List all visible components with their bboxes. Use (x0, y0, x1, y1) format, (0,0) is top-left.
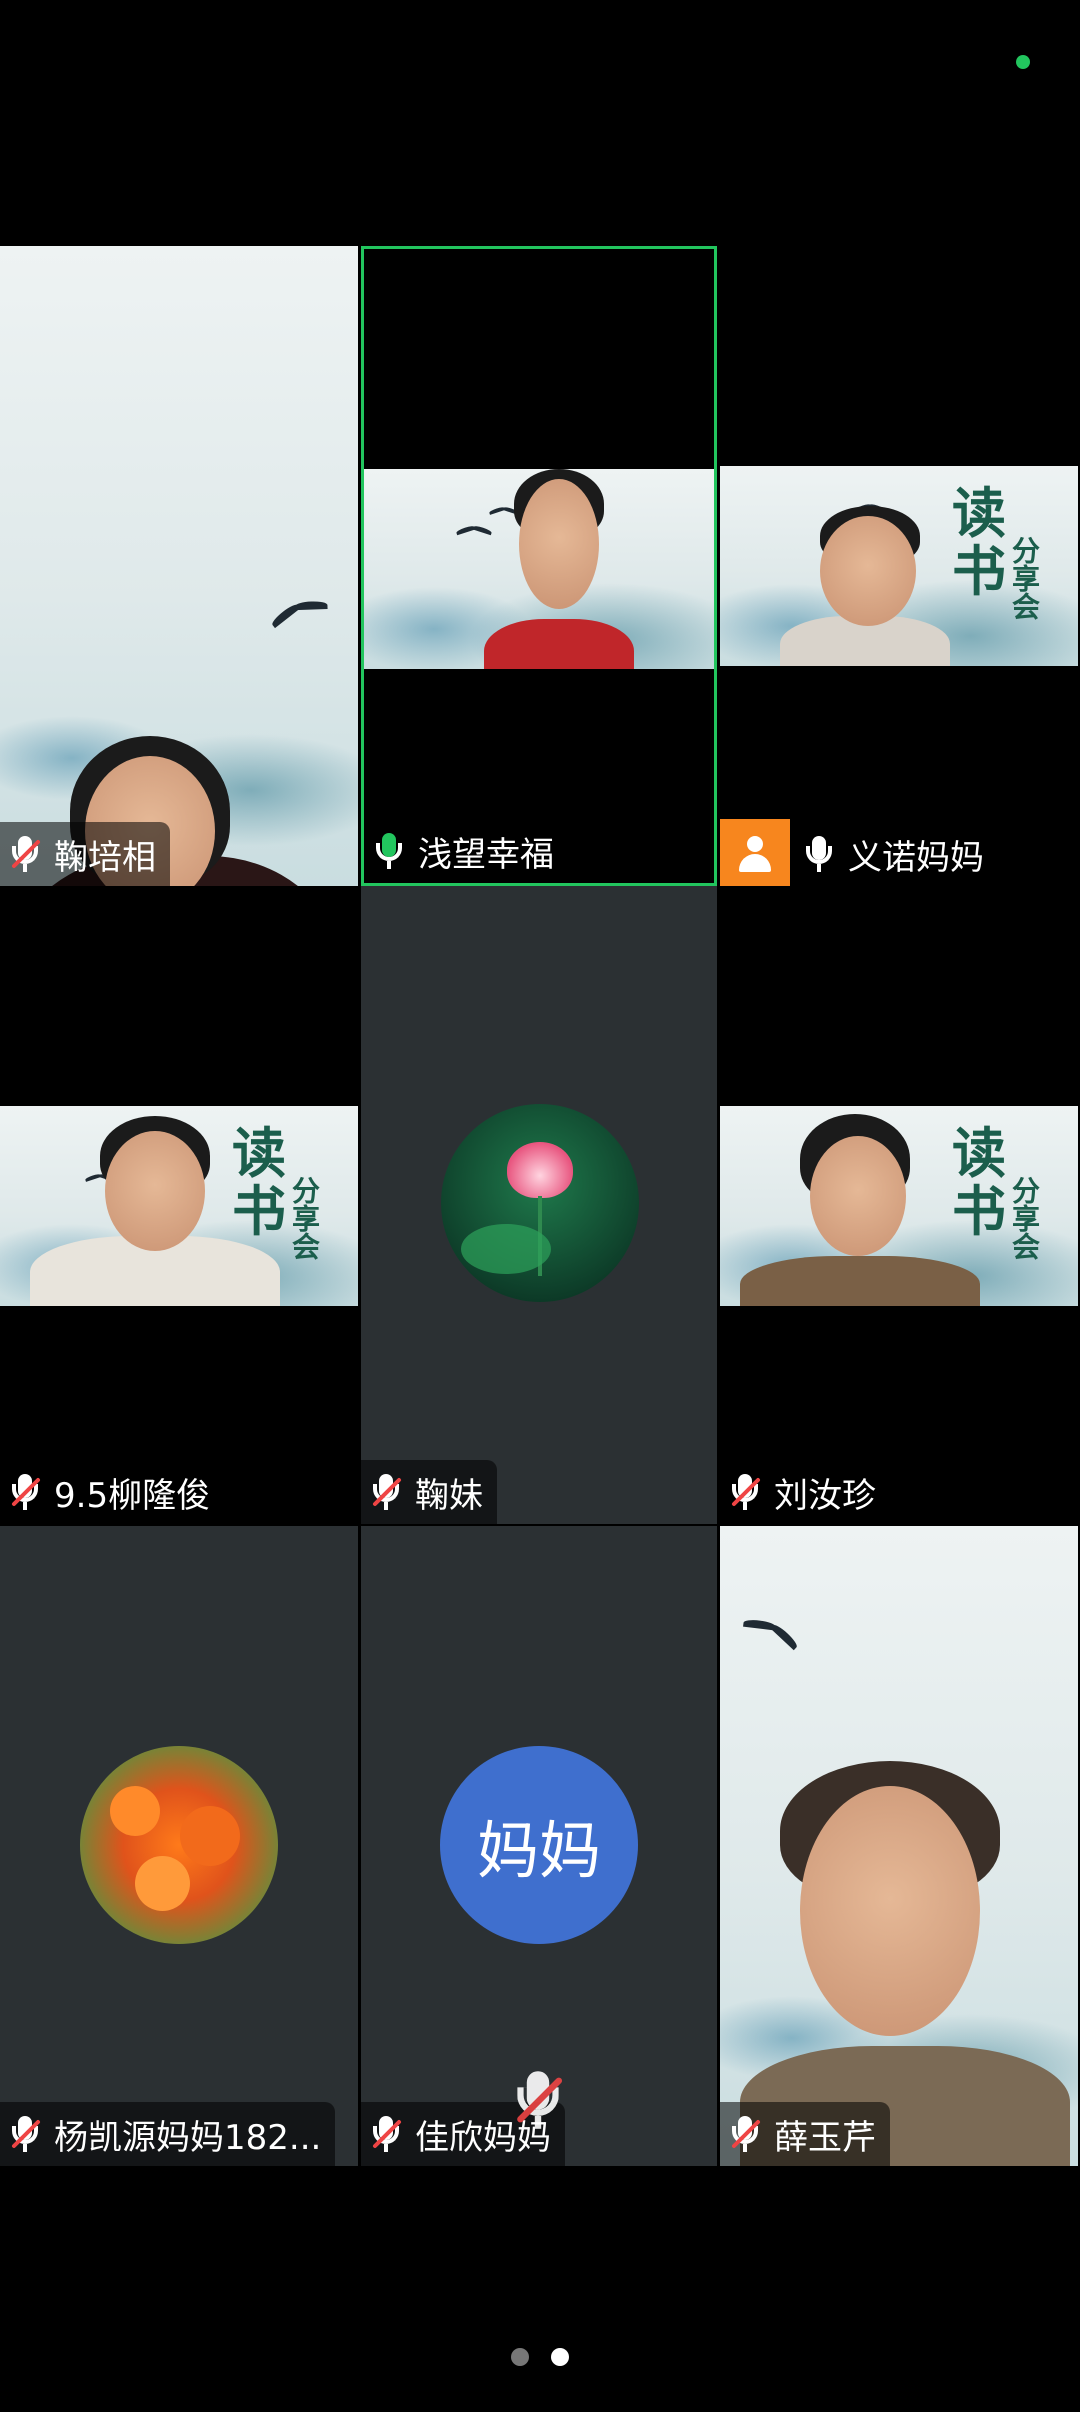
participant-video (364, 469, 714, 669)
participant-name: 鞠妹 (415, 1475, 483, 1516)
participant-tile-9[interactable]: 薛玉芹 (720, 1526, 1078, 2166)
mic-muted-icon (371, 1472, 402, 1512)
participant-tile-3[interactable]: 读 书 分享会 义诺妈妈 (720, 246, 1078, 886)
poster-text: 分享会 (1008, 1176, 1041, 1260)
participant-tile-7[interactable]: 杨凯源妈妈182... (0, 1526, 358, 2166)
participant-tile-6[interactable]: 读 书 分享会 刘汝珍 (720, 886, 1078, 1524)
mic-muted-icon (730, 1472, 761, 1512)
participant-tile-5[interactable]: 鞠妹 (361, 886, 717, 1524)
connection-status-dot (1016, 55, 1030, 69)
poster-text: 书 (232, 1179, 286, 1243)
mic-muted-icon (730, 2114, 761, 2154)
participant-name-bar: 鞠妹 (361, 1460, 497, 1524)
participant-name-bar: 义诺妈妈 (720, 819, 998, 886)
page-dot-2[interactable] (551, 2348, 569, 2366)
participant-video (0, 246, 358, 886)
participant-tile-2[interactable]: 浅望幸福 (361, 246, 717, 886)
participant-name-bar: 浅望幸福 (364, 819, 568, 883)
poster-text: 分享会 (288, 1176, 321, 1260)
poster-text: 分享会 (1008, 536, 1041, 620)
self-mic-toggle[interactable] (474, 2040, 604, 2170)
participant-name: 杨凯源妈妈182... (54, 2117, 322, 2158)
participant-avatar (441, 1104, 639, 1302)
mic-muted-icon (10, 1472, 41, 1512)
participant-name-bar: 薛玉芹 (720, 2102, 890, 2166)
participant-name-bar: 9.5柳隆俊 (0, 1460, 225, 1524)
page-dot-1[interactable] (511, 2348, 529, 2366)
mic-muted-icon (514, 2068, 564, 2132)
participant-tile-4[interactable]: 读 书 分享会 9.5柳隆俊 (0, 886, 358, 1524)
poster-text: 读 (232, 1121, 286, 1185)
poster-text: 读 (952, 1121, 1006, 1185)
participant-video: 读 书 分享会 (720, 1106, 1078, 1306)
participant-name: 鞠培相 (54, 837, 156, 878)
participant-avatar-badge (720, 819, 790, 886)
participant-avatar (80, 1746, 278, 1944)
participant-name: 9.5柳隆俊 (54, 1475, 211, 1516)
participant-name-bar: 刘汝珍 (720, 1460, 890, 1524)
participant-name-bar: 鞠培相 (0, 822, 170, 886)
poster-text: 书 (952, 539, 1006, 603)
poster-text: 读 (952, 481, 1006, 545)
participant-video: 读 书 分享会 (0, 1106, 358, 1306)
participant-name-bar: 杨凯源妈妈182... (0, 2102, 336, 2166)
mic-muted-icon (10, 834, 41, 874)
mic-muted-icon (10, 2114, 41, 2154)
participant-video: 读 书 分享会 (720, 466, 1078, 666)
person-icon (735, 834, 775, 874)
participant-tile-1[interactable]: 鞠培相 (0, 246, 358, 886)
participant-name: 义诺妈妈 (848, 837, 984, 878)
mic-muted-icon (371, 2114, 402, 2154)
participant-video (720, 1526, 1078, 2166)
participant-avatar: 妈妈 (440, 1746, 638, 1944)
participant-name: 薛玉芹 (774, 2117, 876, 2158)
participant-name: 浅望幸福 (418, 834, 554, 875)
page-indicator (0, 2348, 1080, 2366)
mic-active-icon (374, 831, 404, 871)
poster-text: 书 (952, 1179, 1006, 1243)
mic-icon (804, 834, 834, 874)
participant-name: 刘汝珍 (774, 1475, 876, 1516)
